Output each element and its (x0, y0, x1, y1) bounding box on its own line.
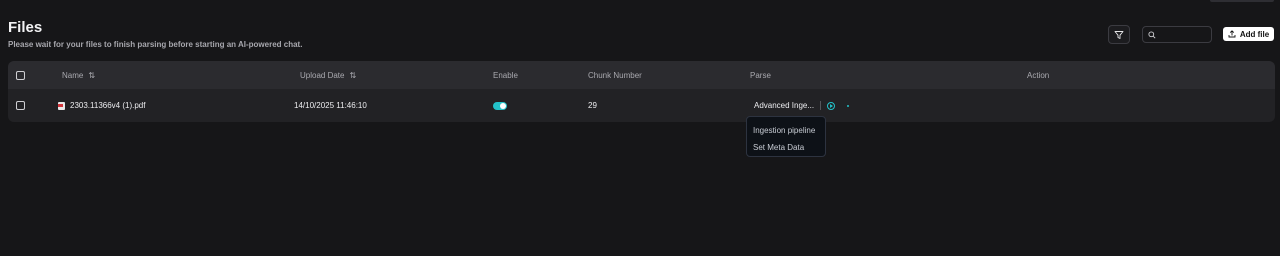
add-file-button[interactable]: Add file (1223, 27, 1274, 41)
table-row: 2303.11366v4 (1).pdf 14/10/2025 11:46:10… (8, 89, 1275, 122)
menu-item-set-meta-data[interactable]: Set Meta Data (747, 139, 825, 156)
parse-method[interactable]: Advanced Inge... (754, 101, 814, 110)
column-action-label: Action (1027, 70, 1050, 80)
column-parse: Parse (750, 61, 771, 89)
filter-button[interactable] (1108, 25, 1130, 44)
select-all-cell (16, 61, 25, 89)
add-file-label: Add file (1239, 29, 1270, 39)
column-name-label: Name (62, 70, 84, 80)
column-enable: Enable (493, 61, 518, 89)
filter-icon (1114, 30, 1124, 39)
chunk-number-cell: 29 (588, 89, 597, 122)
file-name[interactable]: 2303.11366v4 (1).pdf (70, 101, 145, 110)
pdf-file-icon (58, 101, 65, 110)
file-name-cell[interactable]: 2303.11366v4 (1).pdf (58, 89, 145, 122)
column-upload-date-label: Upload Date (300, 70, 345, 80)
column-chunk-number: Chunk Number (588, 61, 642, 89)
enable-toggle[interactable] (493, 101, 507, 110)
row-checkbox[interactable] (16, 101, 25, 110)
play-icon[interactable] (827, 101, 836, 110)
sort-icon[interactable]: ⇅ (88, 71, 95, 80)
menu-item-ingestion-pipeline[interactable]: Ingestion pipeline (747, 122, 825, 139)
upload-icon (1228, 30, 1236, 38)
column-action: Action (1027, 61, 1049, 89)
upload-date-cell: 14/10/2025 11:46:10 (294, 89, 367, 122)
sort-icon[interactable]: ⇅ (349, 71, 356, 80)
select-all-checkbox[interactable] (16, 70, 25, 80)
column-chunk-number-label: Chunk Number (588, 70, 642, 80)
table-header: Name ⇅ Upload Date ⇅ Enable Chunk Number… (8, 61, 1275, 89)
upload-date: 14/10/2025 11:46:10 (294, 101, 367, 110)
search-input[interactable] (1160, 30, 1210, 39)
column-parse-label: Parse (750, 70, 771, 80)
top-edge-tab (1210, 0, 1274, 2)
row-select-cell (16, 89, 25, 122)
column-enable-label: Enable (493, 70, 518, 80)
parse-divider (820, 101, 822, 110)
search-icon (1148, 30, 1156, 39)
search-box[interactable] (1142, 26, 1212, 43)
page-subtitle: Please wait for your files to finish par… (8, 40, 303, 49)
status-dot-icon (847, 104, 850, 107)
page-title: Files (8, 19, 43, 36)
column-upload-date[interactable]: Upload Date ⇅ (300, 61, 356, 89)
chunk-number: 29 (588, 101, 597, 110)
column-name[interactable]: Name ⇅ (62, 61, 95, 89)
files-table: Name ⇅ Upload Date ⇅ Enable Chunk Number… (8, 61, 1275, 122)
parse-dropdown-menu: Ingestion pipeline Set Meta Data (746, 116, 826, 157)
enable-cell (493, 89, 507, 122)
